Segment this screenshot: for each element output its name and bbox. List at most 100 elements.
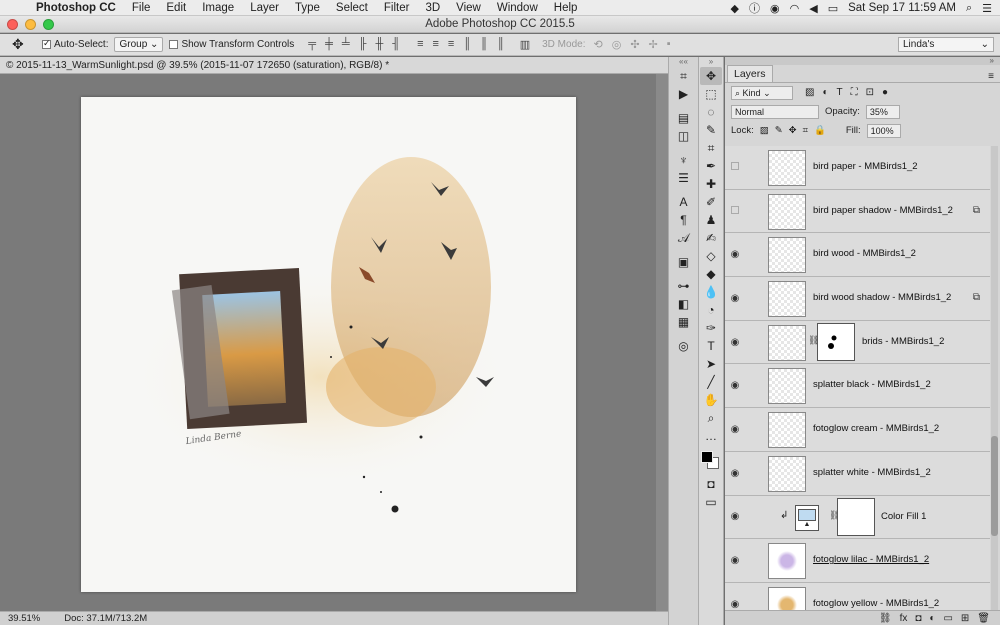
3d-scale-icon[interactable]: ▪ <box>667 38 671 51</box>
auto-select-checkbox[interactable] <box>42 38 51 49</box>
distribute-vcenter-icon[interactable]: ≡ <box>432 38 438 51</box>
eye-icon[interactable]: ◉ <box>725 511 745 522</box>
menu-app[interactable]: Photoshop CC <box>36 2 116 14</box>
menu-help[interactable]: Help <box>554 2 578 14</box>
menu-edit[interactable]: Edit <box>166 2 186 14</box>
adjustment-layer-icon[interactable]: ◐ <box>929 613 935 624</box>
minimize-window-button[interactable] <box>25 19 36 30</box>
more-tools-icon[interactable]: … <box>700 427 722 445</box>
blend-mode-dropdown[interactable]: Normal <box>731 104 819 119</box>
blur-tool[interactable]: 💧 <box>700 283 722 301</box>
canvas-scrollbar[interactable] <box>656 74 668 611</box>
menu-filter[interactable]: Filter <box>384 2 410 14</box>
filter-shape-icon[interactable]: ⛶ <box>851 87 858 98</box>
layer-row[interactable]: ◉ fotoglow lilac - MMBirds1_2 <box>725 539 990 583</box>
foreground-color-swatch[interactable] <box>701 451 713 463</box>
channels-icon[interactable]: ▦ <box>674 313 694 331</box>
filter-smart-icon[interactable]: ⊡ <box>866 87 874 98</box>
layer-style-icon[interactable]: fx <box>900 613 908 624</box>
opacity-input[interactable]: 35% <box>865 104 900 119</box>
menu-view[interactable]: View <box>456 2 481 14</box>
align-right-icon[interactable]: ╢ <box>392 38 400 51</box>
layer-row[interactable]: ◉ splatter white - MMBirds1_2 <box>725 451 990 496</box>
menu-select[interactable]: Select <box>336 2 368 14</box>
visibility-toggle[interactable] <box>725 161 745 173</box>
panel-collapse-icon[interactable]: » <box>725 57 1000 65</box>
eyedropper-tool[interactable]: ✒ <box>700 157 722 175</box>
move-tool[interactable]: ✥ <box>700 67 722 85</box>
lasso-tool[interactable]: ◌ <box>700 103 722 121</box>
doc-size[interactable]: Doc: 37.1M/713.2M <box>64 612 147 625</box>
visibility-toggle[interactable] <box>725 205 745 217</box>
eye-icon[interactable]: ◉ <box>725 293 745 304</box>
healing-tool[interactable]: ✚ <box>700 175 722 193</box>
layer-row[interactable]: ◉ fotoglow cream - MMBirds1_2 <box>725 408 990 452</box>
paths-icon[interactable]: ⊶ <box>674 277 694 295</box>
eye-icon[interactable]: ◉ <box>725 468 745 479</box>
spotlight-icon[interactable]: ⌕ <box>966 2 972 15</box>
eye-icon[interactable]: ◉ <box>725 424 745 435</box>
dropbox-icon[interactable]: ◆ <box>731 2 739 15</box>
history-icon[interactable]: ⌗ <box>674 67 694 85</box>
lock-position-icon[interactable]: ✥ <box>789 125 797 136</box>
layer-row[interactable]: bird paper shadow - MMBirds1_2 ⧉ <box>725 189 990 234</box>
character-icon[interactable]: A <box>674 193 694 211</box>
3d-roll-icon[interactable]: ◎ <box>612 38 622 51</box>
layer-mask-thumbnail[interactable] <box>817 322 855 361</box>
info-panel-icon[interactable]: ◫ <box>674 127 694 145</box>
tab-layers[interactable]: Layers <box>727 65 773 82</box>
3d-slide-icon[interactable]: ✢ <box>649 38 658 51</box>
canvas-area[interactable]: Linda Berne <box>0 74 668 611</box>
new-layer-icon[interactable]: ⊞ <box>961 613 969 624</box>
add-mask-icon[interactable]: ◘ <box>915 613 921 624</box>
filter-adjustment-icon[interactable]: ◐ <box>822 87 828 98</box>
pen-tool[interactable]: ✑ <box>700 319 722 337</box>
align-top-icon[interactable]: ╤ <box>308 38 316 51</box>
layer-row[interactable]: ◉ bird wood shadow - MMBirds1_2 ⧉ <box>725 277 990 321</box>
3d-orbit-icon[interactable]: ⟲ <box>593 38 602 51</box>
lock-transparent-icon[interactable]: ▨ <box>760 125 769 136</box>
menu-window[interactable]: Window <box>497 2 538 14</box>
menu-type[interactable]: Type <box>295 2 320 14</box>
zoom-tool[interactable]: ⌕ <box>700 409 722 427</box>
distribute-right-icon[interactable]: ║ <box>497 38 505 51</box>
info-icon[interactable]: ⓘ <box>749 0 760 16</box>
filter-toggle-icon[interactable]: ● <box>882 87 888 98</box>
marquee-tool[interactable]: ⬚ <box>700 85 722 103</box>
lock-pixels-icon[interactable]: ✎ <box>775 125 783 136</box>
layers-scrollbar[interactable] <box>991 146 998 610</box>
eye-icon[interactable]: ◉ <box>725 599 745 610</box>
tools-grip-icon[interactable]: » <box>699 57 723 67</box>
fill-layer-thumbnail[interactable]: ▲ <box>795 504 819 531</box>
auto-select-dropdown[interactable]: Group ⌄ <box>114 37 164 52</box>
quick-select-tool[interactable]: ✎ <box>700 121 722 139</box>
eraser-tool[interactable]: ◇ <box>700 247 722 265</box>
clone-stamp-tool[interactable]: ♟ <box>700 211 722 229</box>
filter-type-icon[interactable]: T <box>837 87 843 98</box>
cc-icon[interactable]: ◉ <box>770 2 780 15</box>
kind-filter-dropdown[interactable]: ⌕ Kind ⌄ <box>731 85 793 100</box>
panel-grip-icon[interactable]: «« <box>669 57 698 67</box>
transform-controls-checkbox[interactable] <box>169 40 179 49</box>
menu-layer[interactable]: Layer <box>250 2 279 14</box>
brush-settings-icon[interactable]: ☰ <box>674 169 694 187</box>
menu-image[interactable]: Image <box>202 2 234 14</box>
layer-row[interactable]: bird paper - MMBirds1_2 <box>725 146 990 190</box>
line-tool[interactable]: ╱ <box>700 373 722 391</box>
trash-icon[interactable]: 🗑 <box>977 613 990 624</box>
auto-align-icon[interactable]: ▥ <box>520 38 530 51</box>
distribute-top-icon[interactable]: ≡ <box>417 38 423 51</box>
new-group-icon[interactable]: ▭ <box>943 613 952 624</box>
zoom-window-button[interactable] <box>43 19 54 30</box>
filter-pixel-icon[interactable]: ▨ <box>805 87 814 98</box>
libraries-icon[interactable]: ▣ <box>674 253 694 271</box>
lock-all-icon[interactable]: 🔒 <box>814 125 826 136</box>
link-layers-icon[interactable]: ⛓ <box>879 613 892 624</box>
3d-pan-icon[interactable]: ✣ <box>630 38 639 51</box>
hand-tool[interactable]: ✋ <box>700 391 722 409</box>
paint-bucket-tool[interactable]: ◆ <box>700 265 722 283</box>
color-swatches[interactable] <box>700 449 722 471</box>
distribute-bottom-icon[interactable]: ≡ <box>448 38 454 51</box>
lock-artboard-icon[interactable]: ⌗ <box>803 125 808 136</box>
dodge-tool[interactable]: ◔ <box>700 301 722 319</box>
